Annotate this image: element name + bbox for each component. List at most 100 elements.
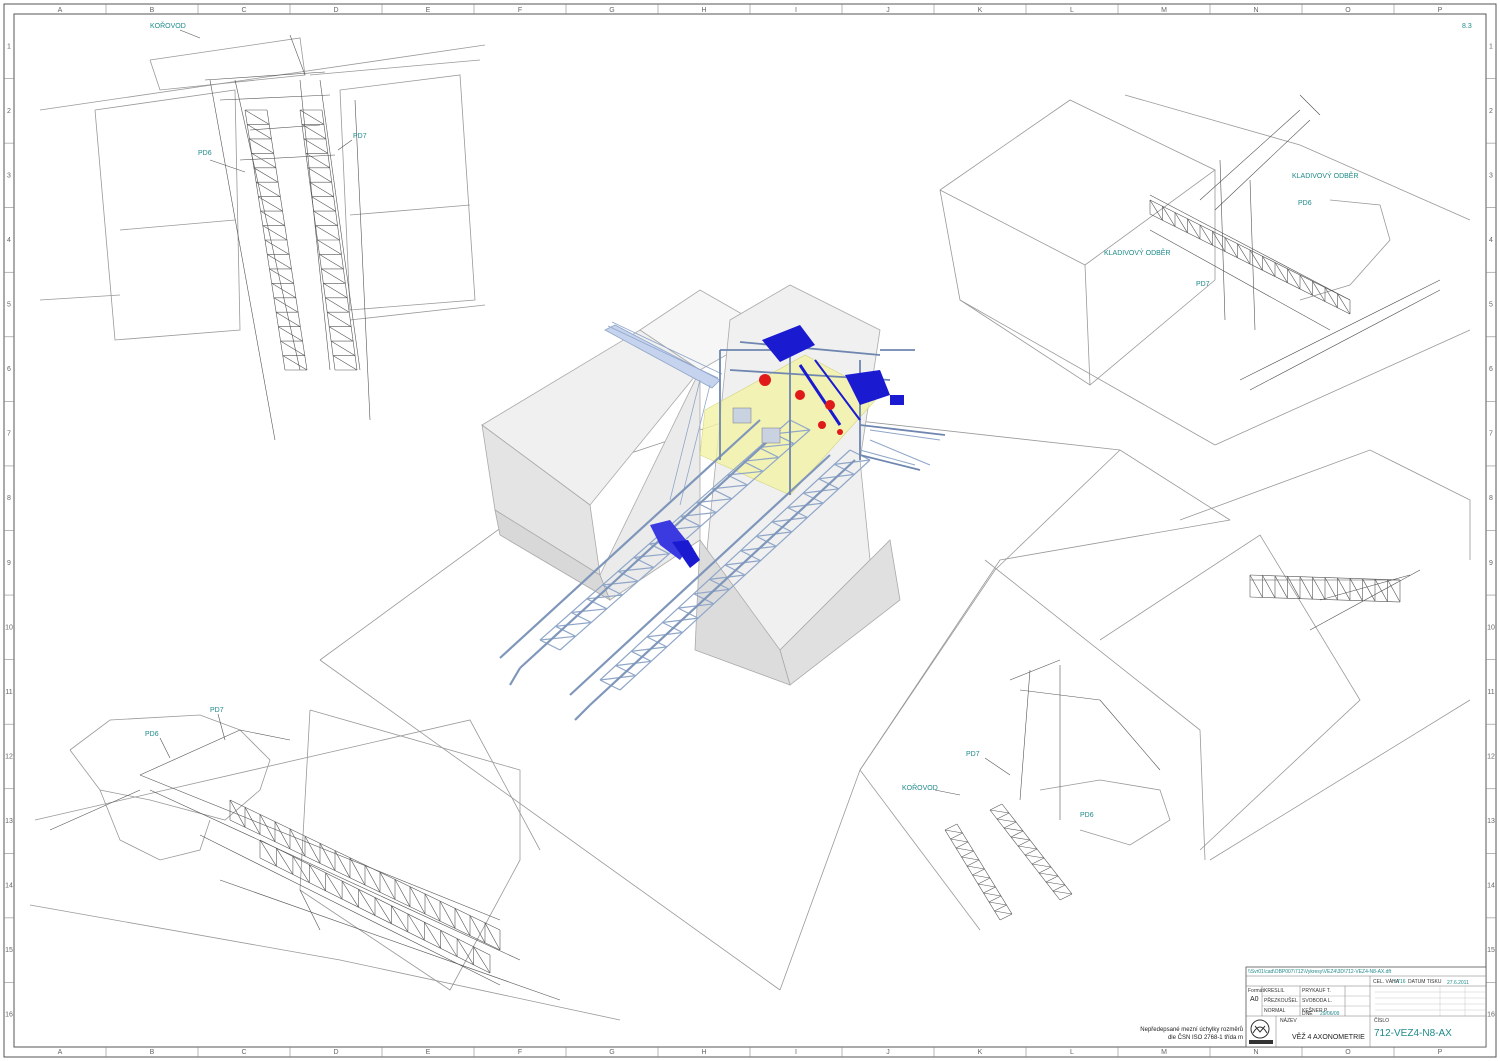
cislo-label: ČÍSLO <box>1374 1017 1389 1024</box>
grid-row-label: 13 <box>5 818 13 825</box>
view-top-left-plan: KOŘOVOD PD6 PD7 <box>39 21 486 441</box>
grid-row-label: 1 <box>7 43 11 50</box>
view-bottom-right: PD7 KOŘOVOD PD6 <box>859 449 1471 931</box>
grid-row-label: 7 <box>1489 431 1493 438</box>
grid-column-label: N <box>1253 1049 1258 1056</box>
grid-row-label: 2 <box>7 108 11 115</box>
file-path: \\Svr01\cad\OBP007\712\Vykresy\VEZ4\3D\7… <box>1248 969 1392 975</box>
grid-column-label: D <box>333 1049 338 1056</box>
title-block: \\Svr01\cad\OBP007\712\Vykresy\VEZ4\3D\7… <box>1245 966 1487 1048</box>
grid-row-label: 10 <box>1487 624 1495 631</box>
grid-column-label: H <box>701 7 706 14</box>
grid-row-label: 4 <box>1489 237 1493 244</box>
tolerance-note-line1: Nepředepsané mezní úchylky rozměrů <box>1140 1026 1243 1033</box>
grid-row-label: 15 <box>1487 947 1495 954</box>
kreslil-value: PRYKAUF T. <box>1302 988 1331 994</box>
grid-column-label: A <box>58 7 63 14</box>
grid-row-label: 13 <box>1487 818 1495 825</box>
format-label: Formát <box>1248 988 1264 994</box>
label-pd6: PD6 <box>145 731 159 738</box>
grid-column-label: J <box>886 1049 890 1056</box>
grid-column-label: B <box>150 1049 155 1056</box>
nazev-label: NÁZEV <box>1280 1017 1297 1024</box>
grid-row-label: 15 <box>5 947 13 954</box>
grid-column-label: L <box>1070 1049 1074 1056</box>
label-korovod: KOŘOVOD <box>902 783 938 792</box>
view-bottom-left: PD6 PD7 <box>29 707 621 1021</box>
grid-rows-right: 12345678910111213141516 <box>1486 43 1496 1019</box>
label-pd6: PD6 <box>198 150 212 157</box>
grid-column-label: P <box>1438 7 1443 14</box>
grid-row-label: 7 <box>7 431 11 438</box>
label-pd7: PD7 <box>353 133 367 140</box>
grid-row-label: 14 <box>5 883 13 890</box>
label-pd7: PD7 <box>210 707 224 714</box>
grid-column-label: K <box>978 1049 983 1056</box>
label-kladivovy-odber-2: KLADIVOVÝ ODBĚR <box>1104 248 1171 257</box>
label-pd6: PD6 <box>1298 200 1312 207</box>
grid-row-label: 5 <box>1489 302 1493 309</box>
grid-column-label: E <box>426 1049 431 1056</box>
grid-column-label: C <box>241 7 246 14</box>
grid-row-label: 12 <box>1487 753 1495 760</box>
view-center-axonometric <box>319 284 1231 991</box>
nazev-value: VĚŽ 4 AXONOMETRIE <box>1292 1032 1365 1041</box>
view-top-right: KLADIVOVÝ ODBĚR PD6 KLADIVOVÝ ODBĚR PD7 <box>939 94 1471 446</box>
grid-columns-top: A B C D E F G H I J K L M N O P <box>58 4 1443 14</box>
grid-row-label: 6 <box>7 366 11 373</box>
grid-row-label: 11 <box>1487 689 1494 696</box>
grid-column-label: G <box>609 7 614 14</box>
grid-column-label: O <box>1345 7 1351 14</box>
label-pd7: PD7 <box>966 751 980 758</box>
grid-row-label: 2 <box>1489 108 1493 115</box>
grid-column-label: M <box>1161 7 1167 14</box>
normal-label: NORMAL <box>1264 1008 1286 1014</box>
grid-row-label: 16 <box>1487 1012 1495 1019</box>
grid-row-label: 8 <box>7 495 11 502</box>
grid-column-label: N <box>1253 7 1258 14</box>
grid-row-label: 4 <box>7 237 11 244</box>
grid-column-label: I <box>795 7 797 14</box>
cel-vaha-value: 7.716 <box>1393 979 1406 985</box>
grid-row-label: 6 <box>1489 366 1493 373</box>
cislo-value: 712-VEZ4-N8-AX <box>1374 1028 1452 1039</box>
grid-column-label: H <box>701 1049 706 1056</box>
grid-columns-bottom: A B C D E F G H I J K L M N O P <box>58 1047 1443 1057</box>
grid-column-label: C <box>241 1049 246 1056</box>
dne-label: DNE <box>1302 1011 1313 1017</box>
label-kladivovy-odber-1: KLADIVOVÝ ODBĚR <box>1292 171 1359 180</box>
grid-column-label: M <box>1161 1049 1167 1056</box>
datum-tisku-value: 27.6.2011 <box>1447 980 1469 986</box>
grid-column-label: G <box>609 1049 614 1056</box>
kreslil-label: KRESLIL <box>1264 988 1285 994</box>
grid-column-label: D <box>333 7 338 14</box>
label-pd6: PD6 <box>1080 812 1094 819</box>
grid-row-label: 9 <box>7 560 11 567</box>
grid-column-label: L <box>1070 7 1074 14</box>
grid-row-label: 5 <box>7 302 11 309</box>
grid-row-label: 11 <box>5 689 12 696</box>
grid-row-label: 3 <box>1489 172 1493 179</box>
grid-rows-left: 12345678910111213141516 <box>4 43 14 1019</box>
label-pd7: PD7 <box>1196 281 1210 288</box>
label-korovod: KOŘOVOD <box>150 21 186 30</box>
tolerance-note-line2: dle ČSN ISO 2768-1 třída m <box>1168 1034 1243 1041</box>
technical-drawing-sheet: ABCDEFGHIJKLMNOP ABCDEFGHIJKLMNOP 123456… <box>3 3 1497 1058</box>
grid-column-label: I <box>795 1049 797 1056</box>
prezkousel-value: SVOBODA L. <box>1302 998 1332 1004</box>
grid-column-label: P <box>1438 1049 1443 1056</box>
grid-column-label: F <box>518 1049 522 1056</box>
grid-row-label: 9 <box>1489 560 1493 567</box>
grid-column-label: A <box>58 1049 63 1056</box>
grid-row-label: 10 <box>5 624 13 631</box>
dne-value: 29/06/09 <box>1320 1011 1340 1017</box>
grid-row-label: 16 <box>5 1012 13 1019</box>
grid-column-label: E <box>426 7 431 14</box>
grid-column-label: B <box>150 7 155 14</box>
prezkousel-label: PŘEZKOUŠEL <box>1264 996 1298 1004</box>
grid-column-label: K <box>978 7 983 14</box>
grid-column-label: F <box>518 7 522 14</box>
grid-row-label: 1 <box>1489 43 1493 50</box>
sheet-mark: 8.3 <box>1462 23 1472 30</box>
grid-row-label: 12 <box>5 753 13 760</box>
